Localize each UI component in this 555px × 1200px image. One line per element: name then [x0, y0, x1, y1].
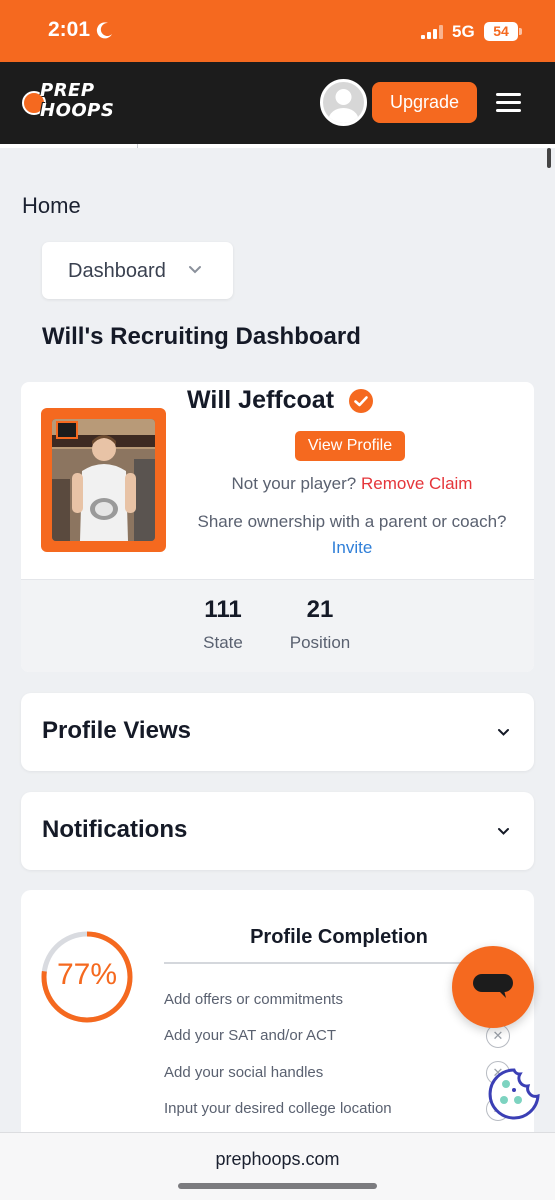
divider	[137, 144, 138, 148]
page-top-border	[0, 144, 555, 148]
signal-icon	[421, 25, 443, 39]
dashboard-select-value: Dashboard	[68, 260, 166, 282]
prep-hoops-logo[interactable]: PREP HOOPS	[20, 79, 125, 127]
share-line: Share ownership with a parent or coach? …	[197, 512, 507, 557]
chevron-down-icon	[498, 828, 509, 835]
chat-icon	[473, 974, 513, 998]
status-time: 2:01	[48, 18, 91, 41]
profile-views-accordion[interactable]: Profile Views	[21, 693, 534, 771]
stat-value: 21	[306, 596, 334, 623]
player-name: Will Jeffcoat	[187, 386, 335, 414]
battery-tip	[519, 28, 522, 35]
claim-line: Not your player? Remove Claim	[231, 474, 473, 493]
breadcrumb-home[interactable]: Home	[22, 193, 81, 219]
completion-title: Profile Completion	[250, 926, 428, 948]
battery-level: 54	[484, 22, 518, 41]
stat-position: 21 Position	[270, 596, 370, 653]
player-card: Will Jeffcoat View Profile Not your play…	[21, 382, 534, 672]
hamburger-icon[interactable]	[496, 93, 521, 113]
upgrade-button[interactable]: Upgrade	[372, 82, 477, 123]
stat-state: 111 State	[173, 596, 273, 653]
stat-label: Position	[289, 633, 351, 652]
status-bar: 2:01 5G 54	[0, 0, 555, 62]
completion-percent: 77%	[56, 958, 118, 991]
chevron-down-icon	[498, 729, 509, 736]
accordion-title: Notifications	[42, 816, 188, 843]
chat-button[interactable]	[452, 946, 534, 1028]
stat-value: 111	[204, 596, 242, 623]
profile-completion-card: 77% Profile Completion Add offers or com…	[21, 890, 534, 1150]
accordion-title: Profile Views	[42, 717, 191, 744]
page-title: Will's Recruiting Dashboard	[42, 323, 361, 350]
player-stats: 111 State 21 Position	[21, 579, 534, 672]
task-item[interactable]: Add offers or commitments	[164, 991, 343, 1008]
view-profile-button[interactable]: View Profile	[295, 431, 405, 461]
home-indicator[interactable]	[178, 1183, 377, 1189]
avatar-icon[interactable]	[320, 79, 367, 126]
cookie-icon[interactable]	[486, 1066, 542, 1120]
player-photo-frame	[41, 408, 166, 552]
invite-link[interactable]: Invite	[332, 538, 373, 557]
player-photo[interactable]	[52, 419, 155, 541]
stat-label: State	[203, 633, 243, 652]
url-text: prephoops.com	[215, 1149, 340, 1169]
dashboard-select[interactable]: Dashboard	[42, 242, 233, 299]
moon-icon	[96, 22, 112, 39]
scrollbar[interactable]	[547, 148, 551, 168]
browser-url-bar[interactable]: prephoops.com	[0, 1132, 555, 1200]
verified-badge-icon	[349, 389, 373, 413]
notifications-accordion[interactable]: Notifications	[21, 792, 534, 870]
top-navbar: PREP HOOPS Upgrade	[0, 62, 555, 144]
task-item[interactable]: Input your desired college location	[164, 1100, 392, 1117]
network-type: 5G	[452, 22, 475, 41]
task-item[interactable]: Add your social handles	[164, 1064, 323, 1081]
remove-claim-link[interactable]: Remove Claim	[361, 474, 472, 493]
logo-text: PREP HOOPS	[40, 80, 115, 121]
task-item[interactable]: Add your SAT and/or ACT	[164, 1027, 336, 1044]
chevron-down-icon	[189, 266, 201, 274]
